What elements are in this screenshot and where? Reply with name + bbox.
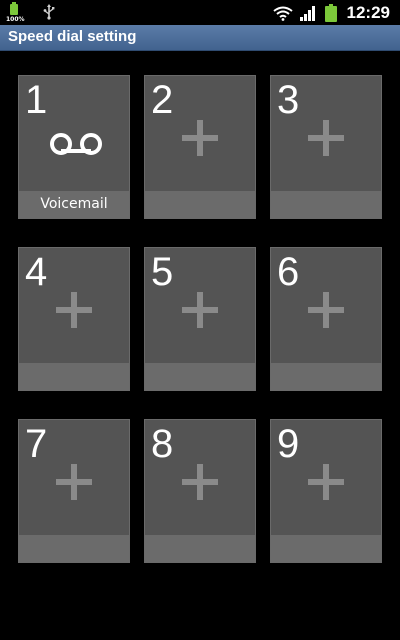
title-bar: Speed dial setting	[0, 25, 400, 51]
slot-label	[145, 363, 255, 390]
slot-number: 4	[25, 250, 48, 294]
plus-icon	[308, 292, 344, 328]
plus-icon	[182, 292, 218, 328]
signal-icon	[299, 5, 315, 21]
battery-full-icon: 100%	[6, 2, 25, 24]
slot-label	[271, 363, 381, 390]
slot-number: 5	[151, 250, 174, 294]
speed-dial-slot-8[interactable]: 8	[144, 419, 256, 563]
slot-label	[271, 191, 381, 218]
battery-full-text: 100%	[6, 16, 25, 23]
slot-number: 2	[151, 78, 174, 122]
voicemail-icon	[50, 133, 102, 155]
speed-dial-slot-7[interactable]: 7	[18, 419, 130, 563]
wifi-icon	[272, 6, 293, 21]
slot-label	[145, 191, 255, 218]
speed-dial-slot-1[interactable]: 1 Voicemail	[18, 75, 130, 219]
battery-icon	[324, 3, 337, 22]
plus-icon	[182, 464, 218, 500]
page-title: Speed dial setting	[8, 28, 137, 45]
slot-label: Voicemail	[19, 191, 129, 218]
plus-icon	[56, 292, 92, 328]
slot-number: 9	[277, 422, 300, 466]
status-right: 12:29	[272, 0, 390, 25]
speed-dial-slot-3[interactable]: 3	[270, 75, 382, 219]
status-bar: 100% 12:29	[0, 0, 400, 25]
speed-dial-slot-9[interactable]: 9	[270, 419, 382, 563]
usb-icon	[43, 4, 55, 20]
slot-label	[19, 535, 129, 562]
slot-label	[19, 363, 129, 390]
slot-number: 3	[277, 78, 300, 122]
slot-number: 6	[277, 250, 300, 294]
speed-dial-slot-2[interactable]: 2	[144, 75, 256, 219]
speed-dial-slot-4[interactable]: 4	[18, 247, 130, 391]
plus-icon	[182, 120, 218, 156]
plus-icon	[56, 464, 92, 500]
slot-number: 8	[151, 422, 174, 466]
slot-number: 7	[25, 422, 48, 466]
slot-label	[145, 535, 255, 562]
plus-icon	[308, 464, 344, 500]
speed-dial-slot-5[interactable]: 5	[144, 247, 256, 391]
status-left: 100%	[6, 2, 56, 24]
slot-number: 1	[25, 78, 48, 122]
speed-dial-slot-6[interactable]: 6	[270, 247, 382, 391]
clock: 12:29	[346, 2, 390, 22]
plus-icon	[308, 120, 344, 156]
slot-label	[271, 535, 381, 562]
